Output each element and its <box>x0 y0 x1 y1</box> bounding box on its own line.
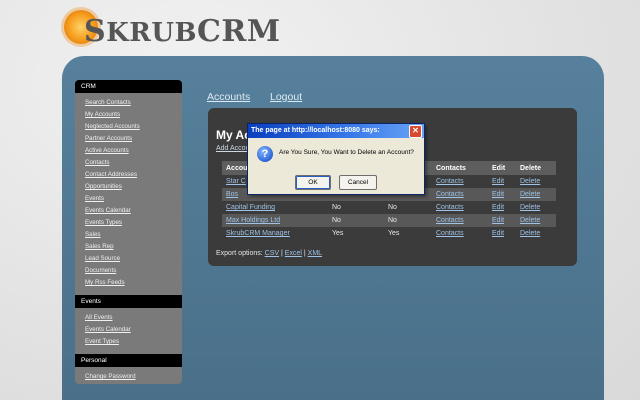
cell-value: Yes <box>388 230 400 237</box>
export-label: Export options: <box>216 250 263 257</box>
dialog-message: Are You Sure, You Want to Delete an Acco… <box>279 149 414 156</box>
export-csv-link[interactable]: CSV <box>265 250 279 257</box>
sidebar-header-personal: Personal <box>75 354 182 367</box>
export-options: Export options: CSV | Excel | XML <box>216 250 322 257</box>
dialog-title: The page at http://localhost:8080 says: <box>251 127 380 134</box>
export-separator: | <box>303 250 306 257</box>
sidebar-item-contacts[interactable]: Contacts <box>85 157 182 169</box>
sidebar-item-events-calendar[interactable]: Events Calendar <box>85 324 182 336</box>
sidebar-item-all-events[interactable]: All Events <box>85 312 182 324</box>
cell-value: No <box>328 214 384 227</box>
delete-link[interactable]: Delete <box>516 214 556 227</box>
column-header-contacts: Contacts <box>432 161 488 175</box>
sidebar-item-my-rss-feeds[interactable]: My Rss Feeds <box>85 277 182 289</box>
close-icon[interactable]: ✕ <box>409 125 422 138</box>
nav-accounts-link[interactable]: Accounts <box>207 91 250 103</box>
page-title: My Ac <box>216 128 251 142</box>
sidebar: CRM Search Contacts My Accounts Neglected … <box>75 80 182 384</box>
edit-link[interactable]: Edit <box>488 214 516 227</box>
edit-link[interactable]: Edit <box>488 201 516 214</box>
edit-link[interactable]: Edit <box>488 188 516 201</box>
cell-value: No <box>384 214 432 227</box>
delete-link[interactable]: Delete <box>516 175 556 188</box>
sidebar-item-neglected-accounts[interactable]: Neglected Accounts <box>85 121 182 133</box>
sidebar-item-change-password[interactable]: Change Password <box>85 371 182 383</box>
account-name-link[interactable]: SkrubCRM Manager <box>222 227 328 240</box>
sidebar-item-my-accounts[interactable]: My Accounts <box>85 109 182 121</box>
sidebar-item-opportunities[interactable]: Opportunities <box>85 181 182 193</box>
sidebar-item-active-accounts[interactable]: Active Accounts <box>85 145 182 157</box>
question-icon: ? <box>257 146 273 162</box>
export-separator: | <box>281 250 283 257</box>
account-name-link[interactable]: Max Holdings Ltd <box>222 214 328 227</box>
cancel-button[interactable]: Cancel <box>339 175 377 190</box>
account-name-link[interactable]: Capital Funding <box>222 201 328 214</box>
export-xml-link[interactable]: XML <box>308 250 322 257</box>
sidebar-item-events-calendar[interactable]: Events Calendar <box>85 205 182 217</box>
export-excel-link[interactable]: Excel <box>285 250 302 257</box>
sidebar-header-crm: CRM <box>75 80 182 93</box>
sidebar-item-event-types[interactable]: Event Types <box>85 336 182 348</box>
sidebar-item-partner-accounts[interactable]: Partner Accounts <box>85 133 182 145</box>
confirm-dialog: The page at http://localhost:8080 says: … <box>247 123 425 195</box>
column-header-edit: Edit <box>488 161 516 175</box>
sidebar-crm-list: Search Contacts My Accounts Neglected Acco… <box>75 93 182 291</box>
dialog-title-bar[interactable]: The page at http://localhost:8080 says: … <box>248 124 424 138</box>
sidebar-item-events[interactable]: Events <box>85 193 182 205</box>
logo-text: SKRUBCRM <box>84 14 281 49</box>
sidebar-item-sales[interactable]: Sales <box>85 229 182 241</box>
delete-link[interactable]: Delete <box>516 201 556 214</box>
nav-logout-link[interactable]: Logout <box>270 91 302 103</box>
sidebar-item-lead-source[interactable]: Lead Source <box>85 253 182 265</box>
ok-button[interactable]: OK <box>295 175 331 190</box>
cell-value: No <box>332 204 341 211</box>
table-row: Max Holdings Ltd No No Contacts Edit Delete <box>222 214 556 227</box>
contacts-link[interactable]: Contacts <box>432 201 488 214</box>
sidebar-personal-list: Change Password <box>75 367 182 385</box>
contacts-link[interactable]: Contacts <box>432 214 488 227</box>
sidebar-events-list: All Events Events Calendar Event Types <box>75 308 182 350</box>
column-header-delete: Delete <box>516 161 556 175</box>
contacts-link[interactable]: Contacts <box>432 188 488 201</box>
delete-link[interactable]: Delete <box>516 227 556 240</box>
table-row: Capital Funding No No Contacts Edit Delete <box>222 201 556 214</box>
add-account-link[interactable]: Add Accou <box>216 145 249 152</box>
sidebar-item-events-types[interactable]: Events Types <box>85 217 182 229</box>
contacts-link[interactable]: Contacts <box>432 227 488 240</box>
cell-value: Yes <box>332 230 344 237</box>
contacts-link[interactable]: Contacts <box>432 175 488 188</box>
sidebar-item-contact-addresses[interactable]: Contact Addresses <box>85 169 182 181</box>
sidebar-item-documents[interactable]: Documents <box>85 265 182 277</box>
sidebar-header-events: Events <box>75 295 182 308</box>
delete-link[interactable]: Delete <box>516 188 556 201</box>
sidebar-item-sales-rep[interactable]: Sales Rep <box>85 241 182 253</box>
cell-value: No <box>388 204 397 211</box>
table-row: SkrubCRM Manager Yes Yes Contacts Edit Delete <box>222 227 556 240</box>
edit-link[interactable]: Edit <box>488 227 516 240</box>
sidebar-item-search-contacts[interactable]: Search Contacts <box>85 97 182 109</box>
edit-link[interactable]: Edit <box>488 175 516 188</box>
